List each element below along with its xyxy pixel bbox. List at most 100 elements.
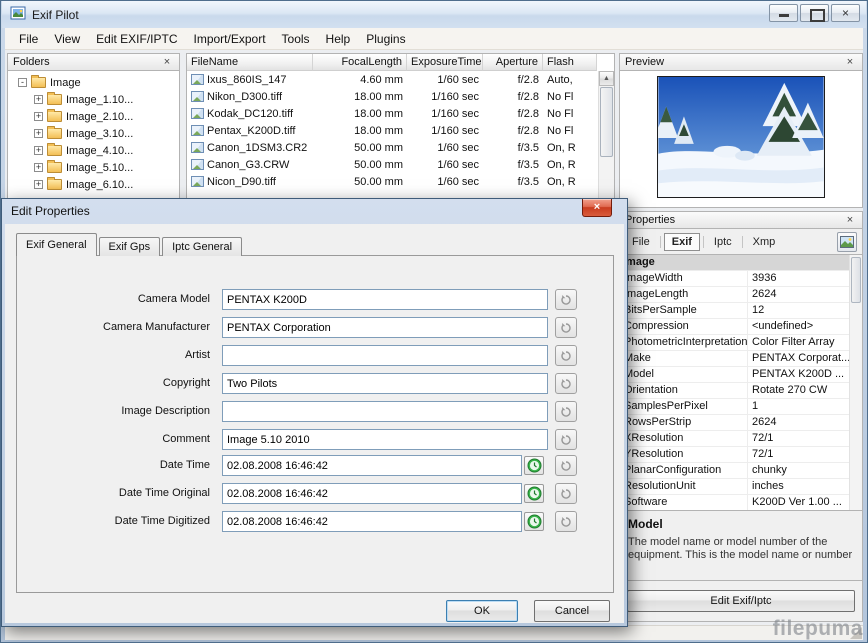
datetime-picker-button[interactable]	[524, 512, 544, 531]
datetime-picker-button[interactable]	[524, 456, 544, 475]
property-row[interactable]: ResolutionUnitinches	[620, 479, 849, 495]
expand-icon[interactable]: +	[34, 112, 43, 121]
scrollbar-thumb[interactable]	[851, 257, 861, 303]
tab-iptc[interactable]: Iptc	[707, 234, 739, 250]
ok-button[interactable]: OK	[446, 600, 518, 622]
table-row[interactable]: Nicon_D90.tiff 50.00 mm 1/60 sec f/3.5 O…	[187, 173, 597, 190]
undo-button[interactable]	[555, 455, 577, 476]
tab-exif[interactable]: Exif	[664, 233, 700, 251]
close-button[interactable]: ×	[831, 4, 860, 22]
column-header-aperture[interactable]: Aperture	[483, 54, 543, 71]
tree-item[interactable]: + Image_6.10...	[8, 176, 179, 193]
tree-item[interactable]: + Image_1.10...	[8, 91, 179, 108]
date-time-input[interactable]	[222, 455, 522, 476]
expand-icon[interactable]: +	[34, 129, 43, 138]
tab-file[interactable]: File	[625, 234, 657, 250]
tab-exif-general[interactable]: Exif General	[16, 233, 97, 256]
undo-button[interactable]	[555, 429, 577, 450]
expand-icon[interactable]: +	[34, 180, 43, 189]
menu-item-import-export[interactable]: Import/Export	[186, 29, 274, 49]
image-description-input[interactable]	[222, 401, 548, 422]
property-row[interactable]: YResolution72/1	[620, 447, 849, 463]
menu-item-tools[interactable]: Tools	[274, 29, 318, 49]
property-row-model[interactable]: ModelPENTAX K200D ...	[620, 367, 849, 383]
scroll-up-icon[interactable]: ▲	[599, 71, 614, 86]
undo-button[interactable]	[555, 373, 577, 394]
minimize-button[interactable]	[769, 4, 798, 22]
property-row[interactable]: PlanarConfigurationchunky	[620, 463, 849, 479]
property-row[interactable]: RowsPerStrip2624	[620, 415, 849, 431]
tree-item[interactable]: + Image_4.10...	[8, 142, 179, 159]
column-header-flash[interactable]: Flash	[543, 54, 597, 71]
maximize-button[interactable]	[800, 4, 829, 22]
undo-button[interactable]	[555, 401, 577, 422]
property-row[interactable]: BitsPerSample12	[620, 303, 849, 319]
property-row[interactable]: ImageLength2624	[620, 287, 849, 303]
view-options-button[interactable]	[837, 232, 857, 252]
property-row[interactable]: MakePENTAX Corporat...	[620, 351, 849, 367]
menu-item-view[interactable]: View	[46, 29, 88, 49]
table-row[interactable]: Canon_G3.CRW 50.00 mm 1/60 sec f/3.5 On,…	[187, 156, 597, 173]
tab-xmp[interactable]: Xmp	[746, 234, 783, 250]
menu-item-edit-exif-iptc[interactable]: Edit EXIF/IPTC	[88, 29, 185, 49]
menu-item-help[interactable]: Help	[318, 29, 359, 49]
date-time-original-input[interactable]	[222, 483, 522, 504]
undo-button[interactable]	[555, 317, 577, 338]
field-label: Comment	[17, 429, 210, 450]
column-header-focallength[interactable]: FocalLength	[313, 54, 407, 71]
exif-pilot-window: Exif Pilot × File View Edit EXIF/IPTC Im…	[0, 0, 868, 643]
edit-exif-iptc-button[interactable]: Edit Exif/Iptc	[627, 590, 855, 612]
tree-item-image[interactable]: - Image	[8, 74, 179, 91]
table-row[interactable]: Ixus_860IS_147 4.60 mm 1/60 sec f/2.8 Au…	[187, 71, 597, 88]
artist-input[interactable]	[222, 345, 548, 366]
copyright-input[interactable]	[222, 373, 548, 394]
undo-button[interactable]	[555, 511, 577, 532]
table-row[interactable]: Kodak_DC120.tiff 18.00 mm 1/160 sec f/2.…	[187, 105, 597, 122]
undo-button[interactable]	[555, 345, 577, 366]
property-row[interactable]: XResolution72/1	[620, 431, 849, 447]
table-row[interactable]: Canon_1DSM3.CR2 50.00 mm 1/60 sec f/3.5 …	[187, 139, 597, 156]
table-row[interactable]: Nikon_D300.tiff 18.00 mm 1/160 sec f/2.8…	[187, 88, 597, 105]
property-row[interactable]: Compression<undefined>	[620, 319, 849, 335]
property-row[interactable]: ImageWidth3936	[620, 271, 849, 287]
undo-button[interactable]	[555, 483, 577, 504]
tab-iptc-general[interactable]: Iptc General	[162, 237, 242, 256]
tree-item[interactable]: + Image_5.10...	[8, 159, 179, 176]
properties-button-row: Edit Exif/Iptc	[619, 581, 863, 622]
properties-scrollbar[interactable]	[849, 255, 862, 510]
tab-exif-gps[interactable]: Exif Gps	[99, 237, 161, 256]
dialog-content: Exif General Exif Gps Iptc General Camer…	[5, 224, 624, 623]
column-header-exposuretime[interactable]: ExposureTime	[407, 54, 483, 71]
scrollbar-thumb[interactable]	[600, 87, 613, 157]
undo-button[interactable]	[555, 289, 577, 310]
property-row[interactable]: PhotometricInterpretationColor Filter Ar…	[620, 335, 849, 351]
menu-item-plugins[interactable]: Plugins	[358, 29, 413, 49]
property-row[interactable]: OrientationRotate 270 CW	[620, 383, 849, 399]
datetime-picker-button[interactable]	[524, 484, 544, 503]
title-bar[interactable]: Exif Pilot ×	[2, 1, 866, 28]
dialog-close-button[interactable]: ×	[582, 199, 612, 217]
column-header-filename[interactable]: FileName	[187, 54, 313, 71]
property-row[interactable]: SamplesPerPixel1	[620, 399, 849, 415]
camera-manufacturer-input[interactable]	[222, 317, 548, 338]
tree-item[interactable]: + Image_3.10...	[8, 125, 179, 142]
clock-icon	[527, 458, 542, 473]
folder-icon	[47, 162, 62, 173]
expand-icon[interactable]: +	[34, 163, 43, 172]
close-icon[interactable]: ×	[843, 213, 857, 227]
close-icon[interactable]: ×	[160, 55, 174, 69]
table-row[interactable]: Pentax_K200D.tiff 18.00 mm 1/160 sec f/2…	[187, 122, 597, 139]
expand-icon[interactable]: +	[34, 146, 43, 155]
menu-item-file[interactable]: File	[11, 29, 46, 49]
tree-item[interactable]: + Image_2.10...	[8, 108, 179, 125]
property-row[interactable]: SoftwareK200D Ver 1.00 ...	[620, 495, 849, 511]
folder-icon	[47, 111, 62, 122]
cancel-button[interactable]: Cancel	[534, 600, 610, 622]
comment-input[interactable]	[222, 429, 548, 450]
close-icon[interactable]: ×	[843, 55, 857, 69]
undo-icon	[560, 516, 572, 528]
camera-model-input[interactable]	[222, 289, 548, 310]
date-time-digitized-input[interactable]	[222, 511, 522, 532]
expand-icon[interactable]: +	[34, 95, 43, 104]
collapse-icon[interactable]: -	[18, 78, 27, 87]
